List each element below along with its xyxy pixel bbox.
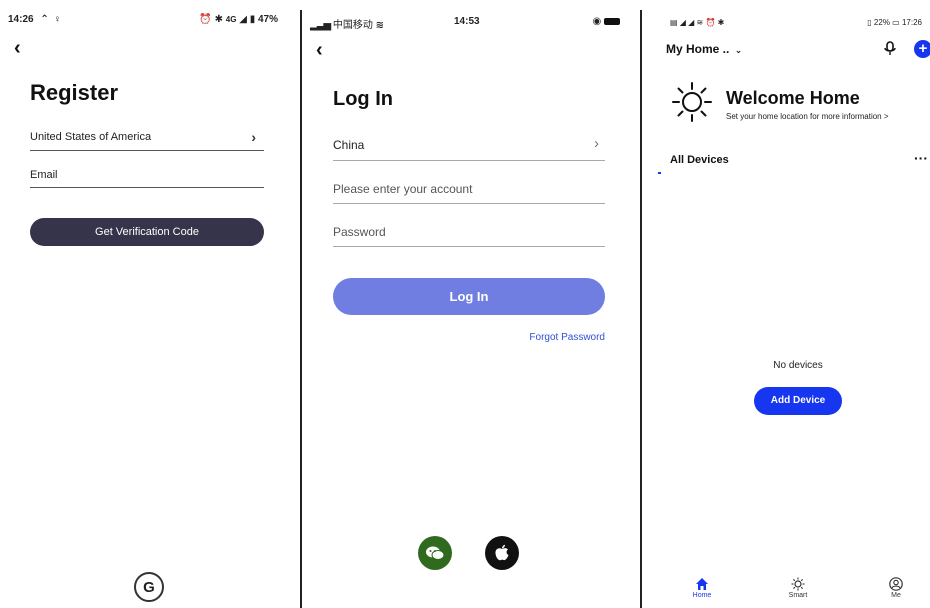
panel-divider-left <box>300 10 302 608</box>
apple-login-icon[interactable] <box>485 536 519 570</box>
battery-percent: 22% <box>873 18 890 27</box>
battery-percent: 47% <box>257 14 278 25</box>
tab-indicator <box>658 172 661 174</box>
password-underline <box>333 246 605 247</box>
status-time: 14:26 <box>8 14 34 25</box>
country-underline <box>30 150 264 151</box>
location-icon: ⌃ <box>40 14 49 25</box>
user-icon <box>876 577 916 591</box>
panel-divider-right <box>640 10 642 608</box>
email-underline <box>30 187 264 188</box>
status-bar: ▤ ◢ ◢ ≋ ⏰ ✱ ▯ 22% ▭ 17:26 <box>670 18 926 27</box>
more-options-icon[interactable]: ··· <box>914 150 928 166</box>
network-type: 4G <box>225 15 237 24</box>
country-selector[interactable]: United States of America › <box>30 130 264 152</box>
chevron-right-icon: › <box>251 129 256 145</box>
empty-state-text: No devices <box>773 360 823 371</box>
chevron-right-icon: › <box>594 135 599 152</box>
add-device-label: Add Device <box>770 395 826 406</box>
status-bar: ▂▃▅ 中国移动 ≋ 14:53 ◉ <box>310 16 630 31</box>
country-value: United States of America <box>30 131 152 143</box>
chevron-down-icon: ⌄ <box>734 45 743 55</box>
battery-icon: ▮ <box>249 14 256 25</box>
password-input[interactable]: Password <box>333 223 605 245</box>
bulb-icon: ♀ <box>53 14 62 25</box>
sun-icon <box>778 577 818 591</box>
page-title: Register <box>30 80 119 105</box>
section-title: All Devices <box>670 154 729 166</box>
bluetooth-icon: ✱ <box>214 14 223 25</box>
home-screen: ▤ ◢ ◢ ≋ ⏰ ✱ ▯ 22% ▭ 17:26 My Home .. ⌄ + <box>644 10 930 606</box>
account-input[interactable]: Please enter your account <box>333 180 605 202</box>
battery-icon <box>604 17 620 25</box>
tab-home-label: Home <box>692 592 712 599</box>
add-icon[interactable]: + <box>914 40 930 58</box>
add-device-button[interactable]: Add Device <box>754 387 842 415</box>
password-placeholder: Password <box>333 225 386 239</box>
account-underline <box>333 203 605 204</box>
tab-smart-label: Smart <box>788 592 808 599</box>
home-selector[interactable]: My Home .. ⌄ <box>666 42 742 56</box>
microphone-icon[interactable] <box>883 41 897 57</box>
wechat-login-icon[interactable] <box>418 536 452 570</box>
status-time: 14:53 <box>454 16 480 27</box>
battery-icon: ▭ <box>892 18 900 27</box>
google-login-icon[interactable]: G <box>134 572 164 602</box>
lock-rotation-icon: ◉ <box>592 16 602 27</box>
wifi-icon: ≋ <box>375 20 385 31</box>
login-screen: ▂▃▅ 中国移动 ≋ 14:53 ◉ ‹ Log In China › Plea… <box>304 10 638 606</box>
home-icon <box>682 577 722 591</box>
page-title: Log In <box>333 88 393 110</box>
status-bar: 14:26 ⌃ ♀ ⏰ ✱ 4G ◢ ▮ 47% <box>8 14 288 25</box>
country-selector[interactable]: China › <box>333 136 605 158</box>
register-screen: 14:26 ⌃ ♀ ⏰ ✱ 4G ◢ ▮ 47% ‹ Register Unit… <box>8 10 298 606</box>
set-location-link[interactable]: Set your home location for more informat… <box>726 112 889 121</box>
tab-me-label: Me <box>891 592 901 599</box>
home-selector-label: My Home .. <box>666 42 730 56</box>
tab-me[interactable]: Me <box>876 577 916 599</box>
forgot-password-link[interactable]: Forgot Password <box>529 332 605 343</box>
alarm-icon: ⏰ <box>199 14 212 25</box>
back-button[interactable]: ‹ <box>14 38 21 58</box>
country-underline <box>333 160 605 161</box>
signal-icon: ◢ <box>239 14 247 25</box>
get-verification-code-button[interactable]: Get Verification Code <box>30 218 264 246</box>
back-button[interactable]: ‹ <box>316 40 323 60</box>
carrier-name: 中国移动 <box>332 20 373 31</box>
signal-icon: ▤ ◢ ◢ ≋ ⏰ ✱ <box>670 18 725 27</box>
get-verification-code-label: Get Verification Code <box>95 226 199 238</box>
vibrate-icon: ▯ <box>867 18 872 27</box>
welcome-title: Welcome Home <box>726 88 860 108</box>
email-label: Email <box>30 169 58 181</box>
status-time: 17:26 <box>901 18 922 27</box>
login-button[interactable]: Log In <box>333 278 605 315</box>
sun-weather-icon <box>670 80 714 124</box>
signal-icon: ▂▃▅ <box>310 20 331 31</box>
login-button-label: Log In <box>449 289 489 304</box>
account-placeholder: Please enter your account <box>333 182 473 196</box>
tab-smart[interactable]: Smart <box>778 577 818 599</box>
tab-home[interactable]: Home <box>682 577 722 599</box>
country-value: China <box>333 138 365 152</box>
